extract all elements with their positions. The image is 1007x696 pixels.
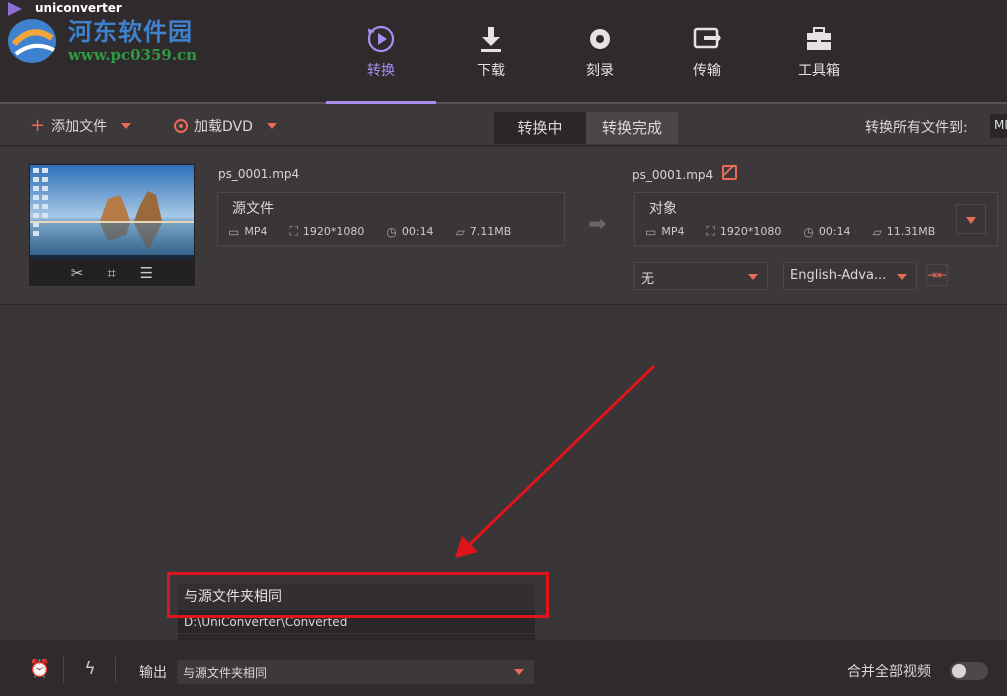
video-thumbnail: ✂ ⌗ ☰	[29, 164, 195, 286]
tab-toolbox-label: 工具箱	[798, 63, 840, 79]
convert-icon	[367, 25, 395, 53]
burn-icon	[590, 29, 610, 49]
subtitle-value: 无	[641, 272, 655, 287]
chevron-down-icon	[514, 669, 524, 675]
bottom-bar: ⏰ ϟ 输出 与源文件夹相同 合并全部视频	[0, 640, 1007, 696]
thumbnail-image	[30, 165, 194, 259]
crop-icon[interactable]: ⌗	[107, 264, 115, 282]
target-label: 对象	[649, 201, 677, 217]
load-dvd-dropdown-icon[interactable]	[266, 123, 277, 129]
trim-icon[interactable]: ✂	[71, 264, 84, 282]
add-file-button[interactable]: + 添加文件	[30, 115, 132, 136]
source-info-box: 源文件 ▭ MP4 ⛶ 1920*1080 ◷ 00:14 ▱ 7.11MB	[217, 192, 565, 246]
output-folder-value: 与源文件夹相同	[183, 666, 268, 680]
tab-converting[interactable]: 转换中	[494, 112, 586, 144]
tab-toolbox[interactable]: 工具箱	[774, 24, 864, 84]
chevron-down-icon	[966, 217, 976, 224]
target-duration: 00:14	[818, 225, 851, 238]
watermark-url: www.pc0359.cn	[68, 46, 198, 64]
merge-all-toggle[interactable]	[950, 662, 988, 680]
download-icon	[481, 27, 501, 52]
watermark-logo-icon	[8, 19, 56, 63]
tab-burn-label: 刻录	[586, 63, 614, 79]
divider	[115, 657, 116, 683]
chevron-down-icon	[897, 274, 907, 280]
transfer-icon	[693, 27, 721, 49]
audio-track-value: English-Adva...	[790, 268, 887, 283]
merge-subtitle-icon[interactable]: ⇥⇤	[926, 264, 948, 286]
target-format: MP4	[661, 225, 685, 238]
tab-converted[interactable]: 转换完成	[586, 112, 678, 144]
source-label: 源文件	[232, 201, 274, 217]
output-folder-select[interactable]: 与源文件夹相同	[177, 660, 534, 684]
plus-icon: +	[30, 115, 46, 136]
source-size: 7.11MB	[469, 225, 512, 238]
clock-icon: ◷	[803, 224, 814, 239]
alarm-clock-icon[interactable]: ⏰	[29, 659, 51, 681]
audio-track-select[interactable]: English-Adva...	[783, 262, 917, 290]
convert-all-label: 转换所有文件到:	[865, 120, 968, 136]
convert-all-format-select[interactable]: MI	[990, 114, 1007, 138]
tab-convert-label: 转换	[367, 63, 395, 79]
source-resolution: 1920*1080	[302, 225, 365, 238]
tab-transfer-label: 传输	[693, 63, 721, 79]
toolbar: + 添加文件 加载DVD 转换中 转换完成 转换所有文件到:	[0, 104, 1007, 146]
top-bar: uniconverter 河东软件园 www.pc0359.cn 转换 下载 刻…	[0, 0, 1007, 104]
tab-download[interactable]: 下载	[446, 24, 536, 84]
target-resolution: 1920*1080	[719, 225, 782, 238]
folder-icon: ▱	[872, 224, 882, 239]
resolution-icon: ⛶	[706, 224, 715, 238]
film-icon: ▭	[645, 224, 657, 239]
target-meta: ▭ MP4 ⛶ 1920*1080 ◷ 00:14 ▱ 11.31MB	[645, 224, 957, 239]
tab-transfer[interactable]: 传输	[662, 24, 752, 84]
highlight-box	[167, 572, 549, 618]
lightning-icon[interactable]: ϟ	[79, 659, 101, 681]
output-label: 输出	[139, 665, 167, 681]
thumbnail-tools: ✂ ⌗ ☰	[29, 260, 195, 286]
tab-convert[interactable]: 转换	[336, 24, 426, 84]
add-file-label: 添加文件	[51, 119, 108, 135]
subtitle-select[interactable]: 无	[634, 262, 768, 290]
watermark-name: 河东软件园	[68, 17, 193, 46]
merge-all-label: 合并全部视频	[847, 664, 931, 680]
load-dvd-button[interactable]: 加载DVD	[174, 116, 277, 136]
status-segment: 转换中 转换完成	[494, 112, 678, 144]
divider	[63, 657, 64, 683]
toolbox-icon	[807, 27, 831, 50]
source-filename: ps_0001.mp4	[218, 167, 300, 181]
target-format-dropdown[interactable]	[956, 204, 986, 234]
resolution-icon: ⛶	[289, 224, 298, 238]
load-dvd-label: 加载DVD	[194, 119, 253, 135]
film-icon: ▭	[228, 224, 240, 239]
dvd-icon	[174, 119, 188, 133]
tab-burn[interactable]: 刻录	[555, 24, 645, 84]
target-info-box: 对象 ▭ MP4 ⛶ 1920*1080 ◷ 00:14 ▱ 11.31MB	[634, 192, 998, 246]
add-file-dropdown-icon[interactable]	[121, 123, 132, 129]
source-meta: ▭ MP4 ⛶ 1920*1080 ◷ 00:14 ▱ 7.11MB	[228, 224, 533, 239]
chevron-down-icon	[748, 274, 758, 280]
folder-icon: ▱	[455, 224, 465, 239]
source-duration: 00:14	[401, 225, 434, 238]
tab-download-label: 下载	[477, 63, 505, 79]
target-filename: ps_0001.mp4	[632, 168, 714, 182]
effects-icon[interactable]: ☰	[140, 264, 153, 282]
arrow-right-icon: ➡	[588, 212, 607, 237]
edit-icon[interactable]	[722, 165, 737, 180]
target-size: 11.31MB	[886, 225, 936, 238]
source-format: MP4	[244, 225, 268, 238]
clock-icon: ◷	[386, 224, 397, 239]
file-row: ✂ ⌗ ☰ ps_0001.mp4 源文件 ▭ MP4 ⛶ 1920*1080 ◷ 0…	[0, 147, 1007, 305]
